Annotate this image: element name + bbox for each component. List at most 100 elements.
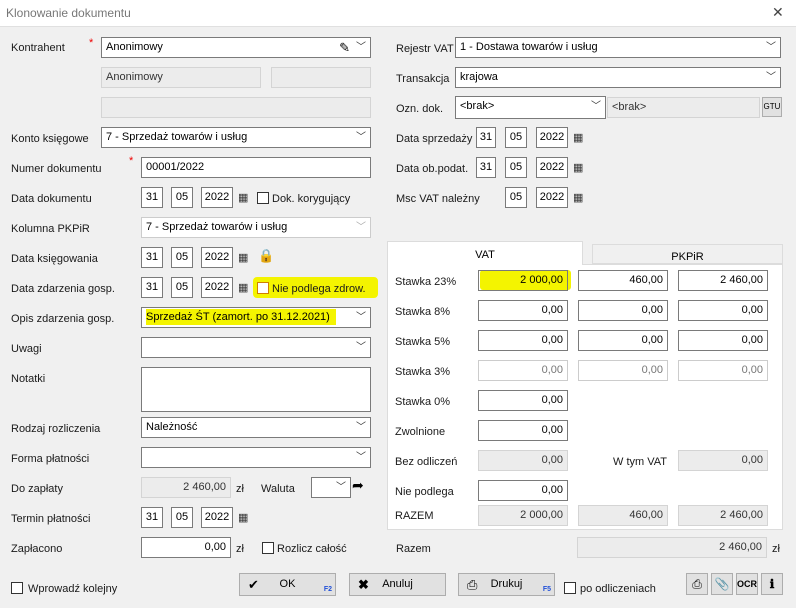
gross-input[interactable]: 0,00 <box>678 300 768 321</box>
net-input[interactable]: 0,00 <box>478 390 568 411</box>
rodzaj-select[interactable]: Należność ﹀ <box>141 417 371 438</box>
konto-select[interactable]: 7 - Sprzedaż towarów i usług ﹀ <box>101 127 371 148</box>
drukuj-shortcut: F5 <box>542 586 551 593</box>
kolumna-value: 7 - Sprzedaż towarów i usług <box>146 221 288 233</box>
rozlicz-checkbox[interactable] <box>262 542 274 554</box>
chevron-down-icon[interactable]: ﹀ <box>356 218 366 237</box>
calendar-icon[interactable]: ▦ <box>573 131 583 144</box>
zaplacono-input[interactable]: 0,00 <box>141 537 231 558</box>
wprowadz-label: Wprowadź kolejny <box>28 583 118 595</box>
chevron-down-icon[interactable]: ﹀ <box>356 128 366 147</box>
close-icon[interactable]: ✕ <box>772 4 784 21</box>
data-dok-day[interactable]: 31 <box>141 187 163 208</box>
calendar-icon[interactable]: ▦ <box>573 191 583 204</box>
numer-label: Numer dokumentu <box>11 163 102 175</box>
data-ob-year[interactable]: 2022 <box>536 157 568 178</box>
chevron-down-icon[interactable]: ﹀ <box>336 478 346 497</box>
required-mark: * <box>89 37 94 49</box>
gtu-button[interactable]: GTU <box>762 97 782 117</box>
gross-input[interactable]: 0,00 <box>678 330 768 351</box>
data-sprz-month[interactable]: 05 <box>505 127 527 148</box>
msc-year[interactable]: 2022 <box>536 187 568 208</box>
numer-input[interactable]: 00001/2022 <box>141 157 371 178</box>
waluta-select[interactable]: ﹀ <box>311 477 351 498</box>
gross-input[interactable]: 0,00 <box>678 360 768 381</box>
vat-input[interactable]: 460,00 <box>578 270 668 291</box>
calendar-icon[interactable]: ▦ <box>238 281 248 294</box>
calendar-icon[interactable]: ▦ <box>573 161 583 174</box>
chevron-down-icon[interactable]: ﹀ <box>356 338 366 357</box>
tab-pkpir[interactable]: PKPiR <box>592 244 783 264</box>
chevron-down-icon[interactable]: ﹀ <box>591 97 601 116</box>
data-zdarz-month[interactable]: 05 <box>171 277 193 298</box>
dok-kor-checkbox[interactable] <box>257 192 269 204</box>
msc-month[interactable]: 05 <box>505 187 527 208</box>
opis-select[interactable]: Sprzedaż ŚT (zamort. po 31.12.2021) ﹀ <box>141 307 371 328</box>
data-dok-year[interactable]: 2022 <box>201 187 233 208</box>
vat-input[interactable]: 0,00 <box>578 360 668 381</box>
data-sprz-day[interactable]: 31 <box>476 127 496 148</box>
data-dok-month[interactable]: 05 <box>171 187 193 208</box>
paperclip-icon[interactable]: 📎 <box>711 573 733 595</box>
kolumna-label: Kolumna PKPiR <box>11 223 90 235</box>
kontrahent-select[interactable]: Anonimowy ✎ ﹀ <box>101 37 371 58</box>
data-ksieg-year[interactable]: 2022 <box>201 247 233 268</box>
currency-label: zł <box>236 543 244 555</box>
chevron-down-icon[interactable]: ﹀ <box>766 68 776 87</box>
chevron-down-icon[interactable]: ﹀ <box>356 448 366 467</box>
row-label: Stawka 0% <box>395 396 451 408</box>
termin-month[interactable]: 05 <box>171 507 193 528</box>
ocr-button[interactable]: OCR <box>736 573 758 595</box>
data-ob-month[interactable]: 05 <box>505 157 527 178</box>
row-label: Stawka 5% <box>395 336 451 348</box>
data-ob-day[interactable]: 31 <box>476 157 496 178</box>
anuluj-button[interactable]: ✖ Anuluj <box>349 573 446 596</box>
data-ksieg-month[interactable]: 05 <box>171 247 193 268</box>
vat-input[interactable]: 0,00 <box>578 300 668 321</box>
ok-button[interactable]: ✔ OK F2 <box>239 573 336 596</box>
net-input[interactable]: 0,00 <box>478 420 568 441</box>
data-sprz-year[interactable]: 2022 <box>536 127 568 148</box>
calendar-icon[interactable]: ▦ <box>238 191 248 204</box>
net-input[interactable]: 0,00 <box>478 360 568 381</box>
calendar-icon[interactable]: ▦ <box>238 511 248 524</box>
razem2-label: Razem <box>396 543 431 555</box>
pencil-icon[interactable]: ✎ <box>339 38 350 57</box>
chevron-down-icon[interactable]: ﹀ <box>766 38 776 57</box>
zaplacono-label: Zapłacono <box>11 543 63 555</box>
ozn-select[interactable]: <brak> ﹀ <box>455 96 606 119</box>
net-input[interactable]: 0,00 <box>478 480 568 501</box>
kolumna-select[interactable]: 7 - Sprzedaż towarów i usług ﹀ <box>141 217 371 238</box>
opis-value: Sprzedaż ŚT (zamort. po 31.12.2021) <box>146 309 336 325</box>
chevron-down-icon[interactable]: ﹀ <box>356 38 366 57</box>
lock-icon[interactable]: 🔒 <box>258 248 274 264</box>
printer-icon[interactable]: ⎙ <box>686 573 708 595</box>
net-input[interactable]: 0,00 <box>478 330 568 351</box>
net-input[interactable]: 0,00 <box>478 300 568 321</box>
vat-input[interactable]: 0,00 <box>578 330 668 351</box>
info-icon[interactable]: ℹ <box>761 573 783 595</box>
data-zdarz-year[interactable]: 2022 <box>201 277 233 298</box>
forma-select[interactable]: ﹀ <box>141 447 371 468</box>
chevron-down-icon[interactable]: ﹀ <box>356 308 366 327</box>
notatki-textarea[interactable] <box>141 367 371 412</box>
tab-vat[interactable]: VAT <box>387 241 583 265</box>
termin-day[interactable]: 31 <box>141 507 163 528</box>
uwagi-select[interactable]: ﹀ <box>141 337 371 358</box>
rejestr-select[interactable]: 1 - Dostawa towarów i usług ﹀ <box>455 37 781 58</box>
termin-year[interactable]: 2022 <box>201 507 233 528</box>
gross-input[interactable]: 2 460,00 <box>678 270 768 291</box>
po-odlicz-checkbox[interactable] <box>564 582 576 594</box>
data-ksieg-day[interactable]: 31 <box>141 247 163 268</box>
chevron-down-icon[interactable]: ﹀ <box>356 418 366 437</box>
nie-podlega-zdrow-checkbox[interactable] <box>257 282 269 294</box>
data-zdarz-day[interactable]: 31 <box>141 277 163 298</box>
transakcja-select[interactable]: krajowa ﹀ <box>455 67 781 88</box>
wprowadz-checkbox[interactable] <box>11 582 23 594</box>
arrow-right-icon[interactable]: ➦ <box>352 477 364 494</box>
net-input[interactable]: 2 000,00 <box>478 270 568 291</box>
drukuj-button[interactable]: ⎙ Drukuj F5 <box>458 573 555 596</box>
calendar-icon[interactable]: ▦ <box>238 251 248 264</box>
rejestr-value: 1 - Dostawa towarów i usług <box>460 41 598 53</box>
forma-label: Forma płatności <box>11 453 90 465</box>
